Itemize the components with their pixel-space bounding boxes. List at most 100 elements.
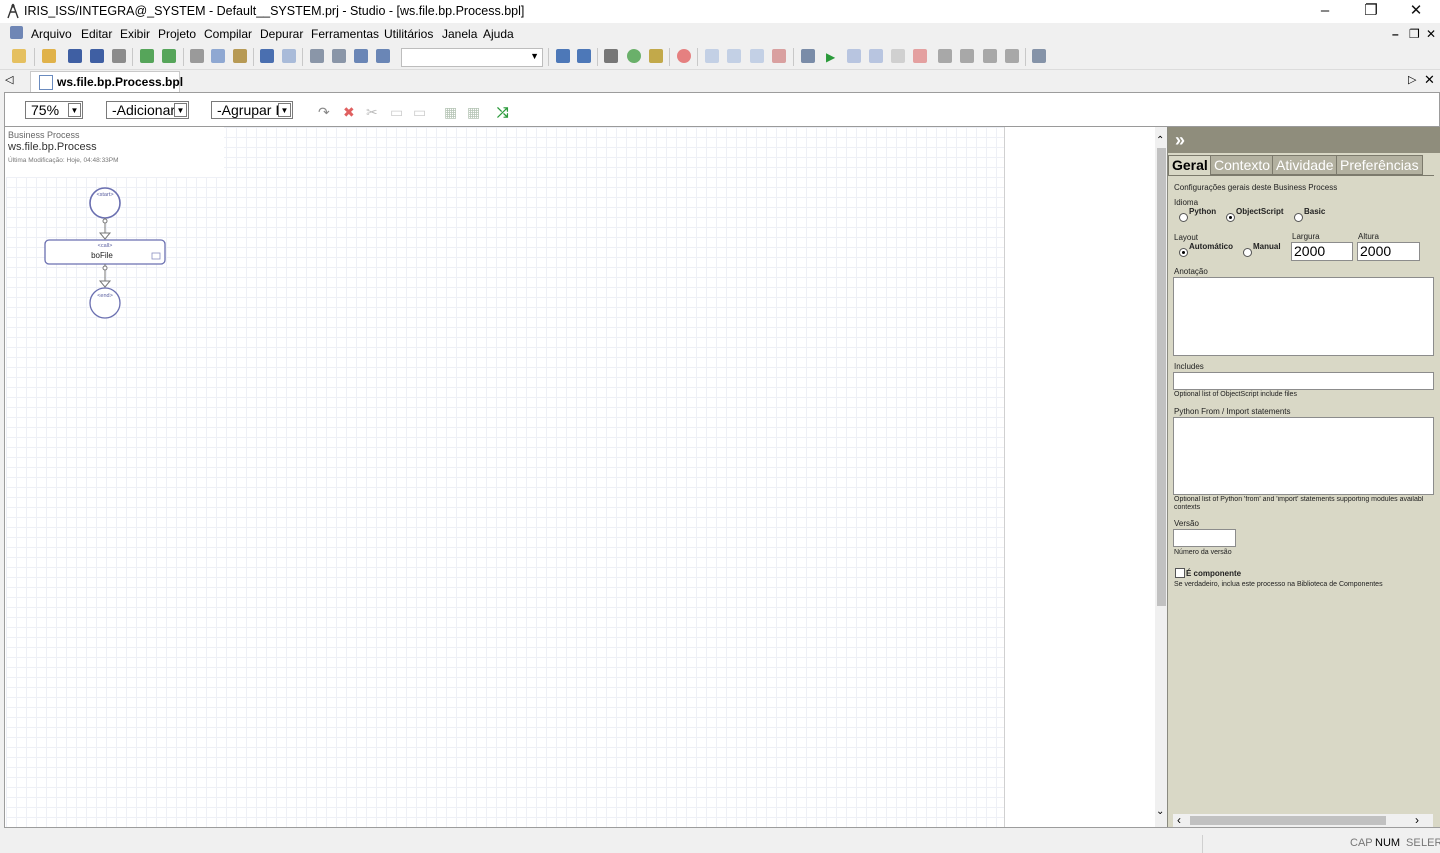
find-icon[interactable] xyxy=(310,49,324,63)
toolbar-combo[interactable]: ▼ xyxy=(401,48,543,67)
altura-input[interactable]: 2000 xyxy=(1357,242,1420,261)
copy-shape-icon[interactable]: ▭ xyxy=(390,104,403,121)
radio-python[interactable] xyxy=(1179,213,1188,222)
menu-ferramentas[interactable]: Ferramentas xyxy=(311,27,379,41)
inspector-icon[interactable] xyxy=(604,49,618,63)
tab-scroll-left-icon[interactable]: ◁ xyxy=(5,73,13,86)
close-button[interactable]: ✕ xyxy=(1393,0,1439,23)
add-activity-select[interactable]: -Adicionar ▼ xyxy=(106,101,189,119)
tab-ws-file-bp-process[interactable]: ws.file.bp.Process.bpl xyxy=(30,71,183,92)
scroll-down-icon[interactable]: ⌄ xyxy=(1156,806,1164,817)
run-to-cursor-icon[interactable] xyxy=(1005,49,1019,63)
class-icon[interactable] xyxy=(577,49,591,63)
end-node[interactable]: <end> xyxy=(89,287,121,319)
break-icon[interactable] xyxy=(891,49,905,63)
tab-geral[interactable]: Geral xyxy=(1168,155,1212,175)
tab-scroll-right-icon[interactable]: ▷ xyxy=(1408,73,1416,86)
save-icon[interactable] xyxy=(68,49,82,63)
new-icon[interactable] xyxy=(12,49,26,63)
scroll-up-icon[interactable]: ⌃ xyxy=(1156,135,1164,146)
restore-button[interactable]: ❐ xyxy=(1348,0,1394,23)
python-import-textarea[interactable] xyxy=(1173,417,1434,495)
settings-icon[interactable] xyxy=(1032,49,1046,63)
menu-janela[interactable]: Janela xyxy=(442,27,477,41)
group-icon[interactable]: ▦ xyxy=(444,104,457,121)
tab-contexto[interactable]: Contexto xyxy=(1210,155,1275,175)
scroll-right-icon[interactable]: › xyxy=(1415,813,1419,827)
includes-input[interactable] xyxy=(1173,372,1434,390)
step-into-icon[interactable] xyxy=(938,49,952,63)
close-tab-icon[interactable]: ✕ xyxy=(1424,72,1435,88)
status-bar: CAP NUM SE LER xyxy=(0,835,1440,853)
mdi-minimize-icon[interactable]: – xyxy=(1392,27,1399,41)
radio-basic[interactable] xyxy=(1294,213,1303,222)
paste-icon[interactable] xyxy=(233,49,247,63)
cut-icon[interactable] xyxy=(190,49,204,63)
radio-manual[interactable] xyxy=(1243,248,1252,257)
document-menu-icon[interactable] xyxy=(10,26,23,39)
zoom-select[interactable]: 75% ▼ xyxy=(25,101,83,119)
radio-objectscript[interactable] xyxy=(1226,213,1235,222)
vertical-scroll-thumb[interactable] xyxy=(1157,148,1166,606)
stop-debug-icon[interactable] xyxy=(913,49,927,63)
step-icon[interactable] xyxy=(847,49,861,63)
run-icon[interactable]: ▶ xyxy=(826,50,835,64)
copy-icon[interactable] xyxy=(211,49,225,63)
panel-horizontal-scroll-thumb[interactable] xyxy=(1190,816,1386,825)
undo-icon[interactable] xyxy=(260,49,274,63)
ungroup-icon[interactable]: ▦ xyxy=(467,104,480,121)
save-all-icon[interactable] xyxy=(90,49,104,63)
menu-projeto[interactable]: Projeto xyxy=(158,27,196,41)
radio-automatico[interactable] xyxy=(1179,248,1188,257)
menu-exibir[interactable]: Exibir xyxy=(120,27,150,41)
menu-depurar[interactable]: Depurar xyxy=(260,27,303,41)
menu-arquivo[interactable]: Arquivo xyxy=(31,27,72,41)
tab-atividade[interactable]: Atividade xyxy=(1272,155,1338,175)
breakpoint-icon[interactable] xyxy=(705,49,719,63)
forward-icon[interactable] xyxy=(162,49,176,63)
cut-shape-icon[interactable]: ✂ xyxy=(366,104,378,121)
clear-breakpoints-icon[interactable] xyxy=(772,49,786,63)
compile-icon[interactable] xyxy=(556,49,570,63)
menu-utilitarios[interactable]: Utilitários xyxy=(384,27,433,41)
tab-preferencias[interactable]: Preferências xyxy=(1336,155,1423,175)
componente-checkbox[interactable] xyxy=(1175,568,1185,578)
largura-input[interactable]: 2000 xyxy=(1291,242,1353,261)
stack-icon[interactable] xyxy=(750,49,764,63)
anotacao-textarea[interactable] xyxy=(1173,277,1434,356)
back-icon[interactable] xyxy=(140,49,154,63)
step-over-icon[interactable] xyxy=(960,49,974,63)
minimize-button[interactable]: – xyxy=(1302,0,1348,23)
bookmark-icon[interactable] xyxy=(354,49,368,63)
menu-compilar[interactable]: Compilar xyxy=(204,27,252,41)
watch-icon[interactable] xyxy=(727,49,741,63)
stop-icon[interactable] xyxy=(677,49,691,63)
mdi-close-icon[interactable]: ✕ xyxy=(1426,27,1436,41)
call-node[interactable]: <call> boFile xyxy=(44,239,166,265)
connect-icon[interactable]: ↷ xyxy=(318,104,330,121)
view-web-icon[interactable] xyxy=(627,49,641,63)
panel-header: » xyxy=(1168,127,1440,153)
open-icon[interactable] xyxy=(42,49,56,63)
menu-ajuda[interactable]: Ajuda xyxy=(483,27,514,41)
delete-icon[interactable]: ✖ xyxy=(343,104,355,121)
pause-icon[interactable] xyxy=(869,49,883,63)
collapse-panel-icon[interactable]: » xyxy=(1175,130,1185,151)
step-out-icon[interactable] xyxy=(983,49,997,63)
start-node[interactable]: <start> xyxy=(89,187,121,219)
versao-label: Versão xyxy=(1174,519,1199,528)
print-icon[interactable] xyxy=(112,49,126,63)
mdi-restore-icon[interactable]: ❐ xyxy=(1409,27,1420,41)
goto-icon[interactable] xyxy=(376,49,390,63)
group-items-select[interactable]: -Agrupar It ▼ xyxy=(211,101,293,119)
status-ler: LER xyxy=(1421,837,1440,849)
versao-input[interactable] xyxy=(1173,529,1236,547)
redo-icon[interactable] xyxy=(282,49,296,63)
csp-icon[interactable] xyxy=(649,49,663,63)
scroll-left-icon[interactable]: ‹ xyxy=(1177,813,1181,827)
replace-icon[interactable] xyxy=(332,49,346,63)
attach-icon[interactable] xyxy=(801,49,815,63)
arrange-icon[interactable]: ⤮ xyxy=(497,104,508,121)
menu-editar[interactable]: Editar xyxy=(81,27,112,41)
paste-shape-icon[interactable]: ▭ xyxy=(413,104,426,121)
